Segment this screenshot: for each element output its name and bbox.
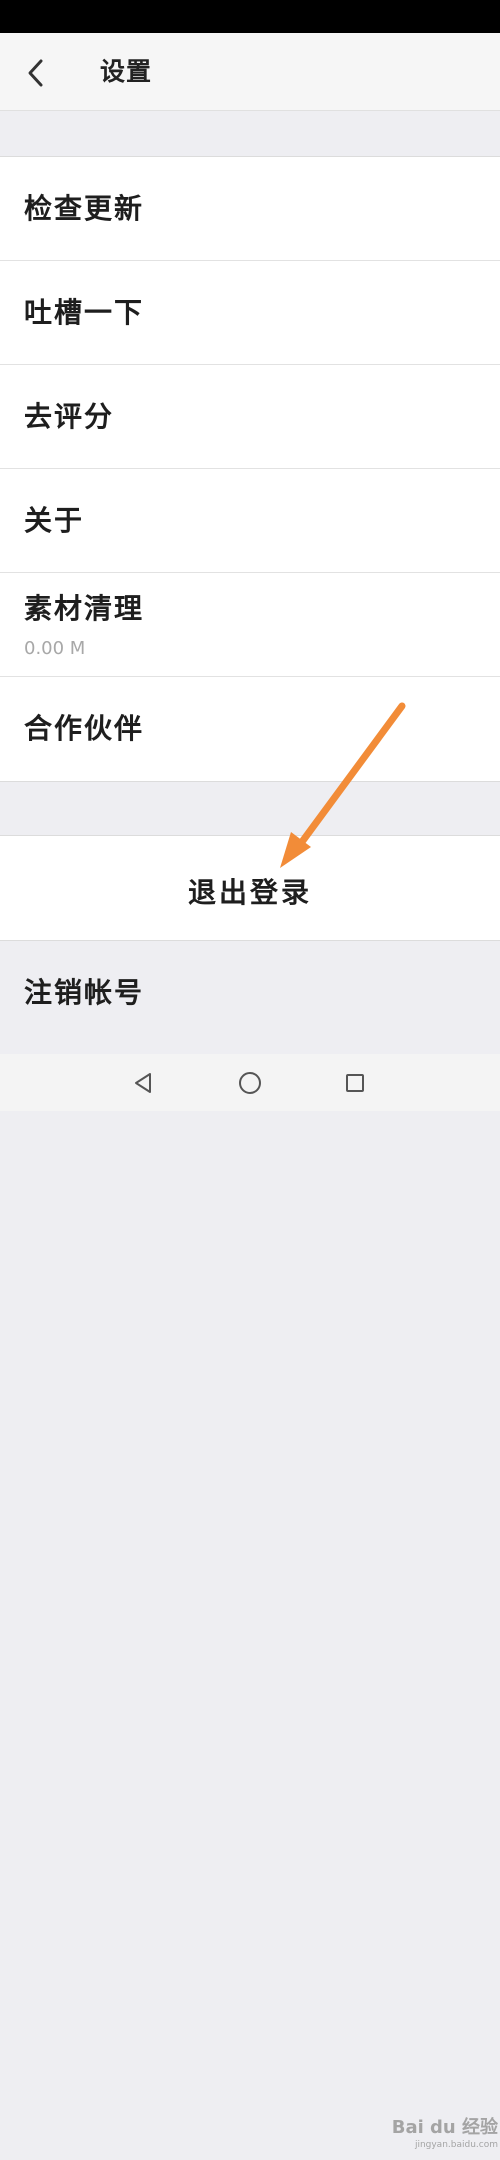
cancel-account-label: 注销帐号 — [24, 976, 145, 1009]
app-header: 设置 — [0, 33, 500, 111]
settings-item-check-update[interactable]: 检查更新 — [0, 157, 500, 261]
settings-item-label: 素材清理 — [24, 592, 145, 625]
logout-label: 退出登录 — [187, 876, 312, 909]
status-bar — [0, 0, 500, 33]
cancel-account-button[interactable]: 注销帐号 — [0, 941, 500, 1054]
settings-list: 检查更新 吐槽一下 去评分 关于 素材清理 0.00 M 合作伙伴 — [0, 156, 500, 782]
system-nav-bar: Bai du 经验 jingyan.baidu.com — [0, 1054, 500, 2150]
cache-size-value: 0.00 M — [24, 638, 86, 659]
nav-home-button[interactable] — [233, 1066, 267, 1100]
section-gap — [0, 787, 500, 835]
page-title: 设置 — [100, 57, 153, 86]
settings-item-rate[interactable]: 去评分 — [0, 365, 500, 469]
settings-item-clear-materials[interactable]: 素材清理 0.00 M — [0, 573, 500, 677]
settings-item-label: 去评分 — [24, 400, 115, 433]
watermark-sub: jingyan.baidu.com — [414, 2140, 498, 2150]
settings-item-label: 合作伙伴 — [24, 712, 145, 745]
square-recents-icon — [346, 1074, 364, 1092]
triangle-back-icon — [135, 1073, 151, 1093]
settings-item-label: 关于 — [24, 504, 85, 537]
settings-item-label: 检查更新 — [24, 192, 145, 225]
back-button[interactable] — [14, 53, 58, 93]
watermark: Bai du 经验 jingyan.baidu.com — [380, 2108, 498, 2160]
section-gap — [0, 111, 500, 156]
circle-home-icon — [239, 1072, 261, 1094]
logout-button[interactable]: 退出登录 — [0, 835, 500, 941]
settings-item-feedback[interactable]: 吐槽一下 — [0, 261, 500, 365]
settings-item-partners[interactable]: 合作伙伴 — [0, 677, 500, 781]
nav-back-button[interactable] — [126, 1066, 160, 1100]
settings-item-label: 吐槽一下 — [24, 296, 145, 329]
nav-recents-button[interactable] — [338, 1066, 372, 1100]
chevron-left-icon — [28, 59, 43, 87]
settings-item-about[interactable]: 关于 — [0, 469, 500, 573]
watermark-text: Bai du 经验 — [391, 2117, 498, 2138]
